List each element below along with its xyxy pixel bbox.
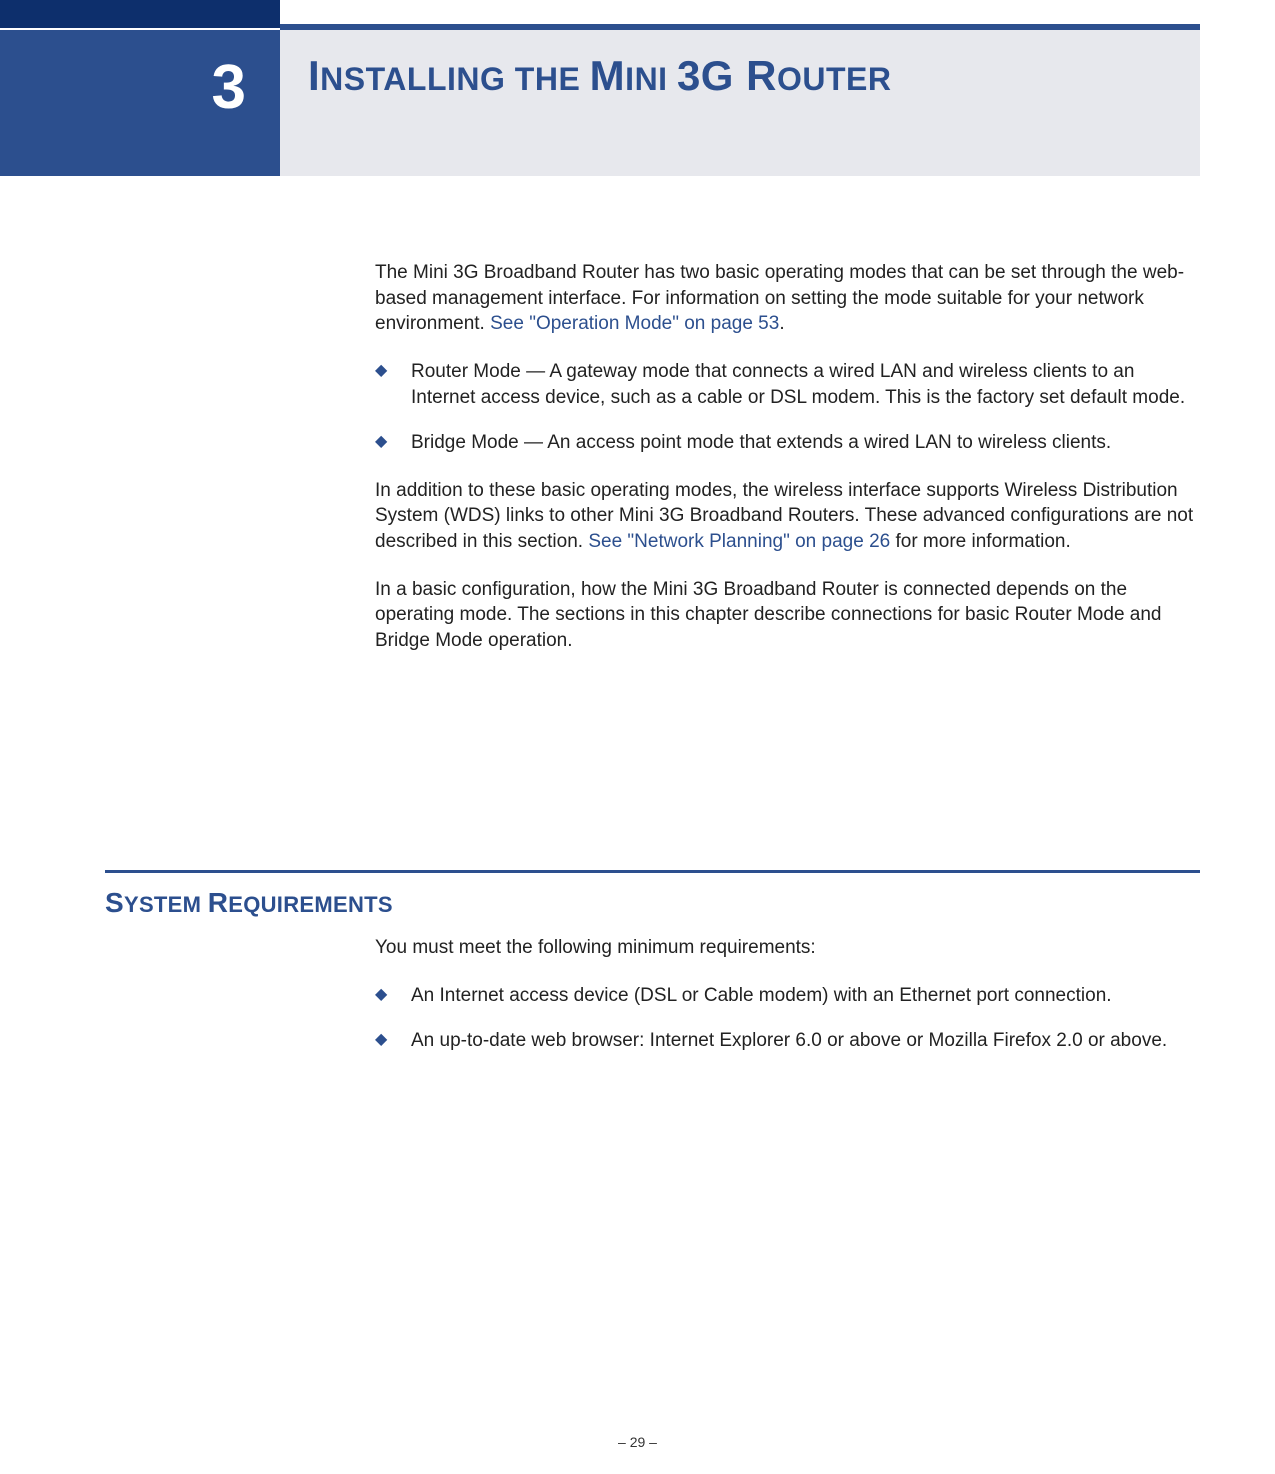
list-item: Bridge Mode — An access point mode that … — [375, 430, 1200, 456]
section-paragraph-1: You must meet the following minimum requ… — [375, 935, 1200, 961]
section-bullet-list: An Internet access device (DSL or Cable … — [375, 983, 1200, 1054]
body-column: The Mini 3G Broadband Router has two bas… — [375, 260, 1200, 676]
chapter-number-panel: 3 — [0, 30, 280, 176]
intro-paragraph-3: In a basic configuration, how the Mini 3… — [375, 577, 1200, 654]
chapter-number: 3 — [212, 52, 246, 123]
page-footer: – 29 – — [0, 1434, 1275, 1450]
list-item: An up-to-date web browser: Internet Expl… — [375, 1028, 1200, 1054]
list-item: Router Mode — A gateway mode that connec… — [375, 359, 1200, 410]
intro-bullet-list: Router Mode — A gateway mode that connec… — [375, 359, 1200, 456]
intro-p2-post: for more information. — [890, 531, 1071, 552]
network-planning-link[interactable]: See "Network Planning" on page 26 — [588, 531, 890, 552]
section-heading: SYSTEM REQUIREMENTS — [105, 887, 1200, 919]
intro-p1-post: . — [779, 313, 784, 334]
chapter-title-panel: INSTALLING THE MINI 3G ROUTER — [280, 30, 1200, 176]
chapter-title: INSTALLING THE MINI 3G ROUTER — [308, 52, 1200, 100]
list-item: An Internet access device (DSL or Cable … — [375, 983, 1200, 1009]
section-body: You must meet the following minimum requ… — [375, 935, 1200, 1054]
page-number: – 29 – — [618, 1434, 657, 1450]
header-accent-bar — [0, 0, 280, 28]
operation-mode-link[interactable]: See "Operation Mode" on page 53 — [490, 313, 779, 334]
intro-paragraph-2: In addition to these basic operating mod… — [375, 478, 1200, 555]
section-divider — [105, 870, 1200, 873]
intro-paragraph-1: The Mini 3G Broadband Router has two bas… — [375, 260, 1200, 337]
section-area: SYSTEM REQUIREMENTS You must meet the fo… — [105, 870, 1200, 1076]
